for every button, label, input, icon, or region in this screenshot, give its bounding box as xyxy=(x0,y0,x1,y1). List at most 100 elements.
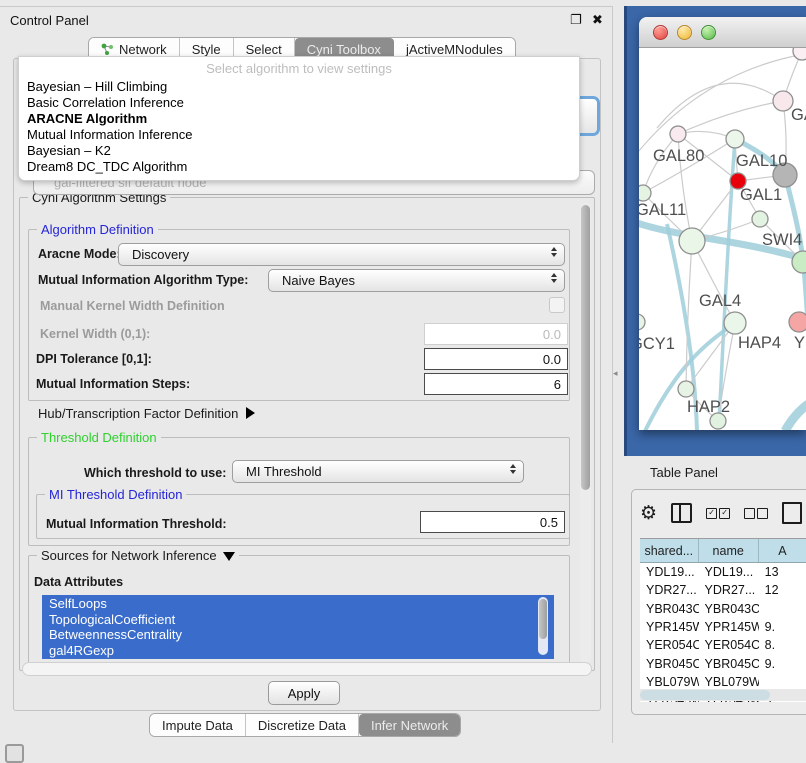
algorithm-option[interactable]: Bayesian – Hill Climbing xyxy=(19,79,579,95)
column-header-2[interactable]: name xyxy=(699,539,759,562)
close-traffic-icon[interactable] xyxy=(653,25,668,40)
deselect-all-icon[interactable] xyxy=(744,508,768,519)
close-icon[interactable]: ✖ xyxy=(592,12,603,28)
column-header-3[interactable]: A xyxy=(759,539,806,562)
table-cell: YPR145W xyxy=(640,620,699,634)
table-row[interactable]: YBR043CYBR043C xyxy=(640,600,806,618)
hub-definition-toggle[interactable]: Hub/Transcription Factor Definition xyxy=(38,406,255,421)
data-attributes-list[interactable]: SelfLoopsTopologicalCoefficientBetweenne… xyxy=(42,595,554,659)
tab-discretize-data[interactable]: Discretize Data xyxy=(246,714,359,736)
kernel-width-field[interactable]: 0.0 xyxy=(424,323,568,345)
table-row[interactable]: YPR145WYPR145W9. xyxy=(640,618,806,636)
network-node[interactable] xyxy=(789,312,806,332)
network-node[interactable] xyxy=(639,185,651,201)
stepper-arrows-icon xyxy=(551,247,557,257)
network-node[interactable] xyxy=(678,381,694,397)
algorithm-option[interactable]: Basic Correlation Inference xyxy=(19,95,579,111)
node-label: GAL4 xyxy=(699,292,741,310)
settings-hscrollbar[interactable] xyxy=(22,662,592,676)
table-cell: YDR27... xyxy=(699,583,759,597)
network-edge xyxy=(657,83,783,128)
aracne-mode-combo[interactable]: Discovery xyxy=(118,243,565,266)
network-node[interactable] xyxy=(639,314,645,330)
network-node[interactable] xyxy=(670,126,686,142)
minimize-traffic-icon[interactable] xyxy=(677,25,692,40)
mi-type-combo[interactable]: Naive Bayes xyxy=(268,269,565,292)
settings-scrollbar[interactable] xyxy=(580,203,591,663)
node-label: GAL10 xyxy=(736,152,787,170)
tab-infer-network[interactable]: Infer Network xyxy=(359,714,460,736)
network-icon xyxy=(101,43,114,56)
hub-definition-label: Hub/Transcription Factor Definition xyxy=(38,406,238,421)
table-cell: YPR145W xyxy=(699,620,759,634)
collapse-down-icon xyxy=(223,552,235,561)
which-threshold-combo[interactable]: MI Threshold xyxy=(232,460,524,483)
algorithm-definition-title: Algorithm Definition xyxy=(37,222,158,237)
network-edge xyxy=(678,101,783,134)
network-node[interactable] xyxy=(724,312,746,334)
aracne-mode-value: Discovery xyxy=(132,247,189,262)
tab-label: Select xyxy=(246,42,282,57)
attribute-item[interactable]: gal4RGexp xyxy=(43,643,553,659)
node-label: HAP2 xyxy=(687,398,730,416)
table-row[interactable]: YDL19...YDL19...13 xyxy=(640,563,806,581)
table-cell: YBR045C xyxy=(699,657,759,671)
panel-splitter-handle[interactable]: ◂ xyxy=(613,369,617,378)
gear-icon[interactable]: ⚙ xyxy=(640,504,657,523)
dpi-tolerance-label: DPI Tolerance [0,1]: xyxy=(36,352,152,366)
stepper-arrows-icon xyxy=(551,273,557,283)
attribute-item[interactable]: SelfLoops xyxy=(43,596,553,612)
table-row[interactable]: YER054CYER054C8. xyxy=(640,636,806,654)
tab-label: Impute Data xyxy=(162,718,233,733)
which-threshold-label: Which threshold to use: xyxy=(84,466,226,480)
columns-icon[interactable] xyxy=(671,503,692,523)
table-hscrollbar[interactable] xyxy=(640,689,806,701)
algorithm-option[interactable]: ARACNE Algorithm xyxy=(19,111,579,127)
network-node[interactable] xyxy=(773,91,793,111)
node-label: GCY1 xyxy=(639,335,675,353)
float-icon[interactable]: ❐ xyxy=(570,12,582,28)
dock-icon[interactable] xyxy=(5,744,24,763)
mi-threshold-label: Mutual Information Threshold: xyxy=(46,517,227,531)
network-window-titlebar[interactable] xyxy=(639,17,806,48)
table-cell: YER054C xyxy=(640,638,699,652)
table-icon[interactable] xyxy=(782,502,802,524)
attribute-item[interactable]: BetweennessCentrality xyxy=(43,627,553,643)
control-panel-window: Control Panel ❐ ✖ NetworkStyleSelectCyni… xyxy=(0,6,613,743)
algorithm-option[interactable]: Dream8 DC_TDC Algorithm xyxy=(19,159,579,175)
table-row[interactable]: YDR27...YDR27...12 xyxy=(640,581,806,599)
node-label: GAL80 xyxy=(653,147,704,165)
algorithm-option[interactable]: Mutual Information Inference xyxy=(19,127,579,143)
network-node[interactable] xyxy=(793,48,806,60)
tab-label: Infer Network xyxy=(371,718,448,733)
mi-steps-field[interactable]: 6 xyxy=(424,373,568,395)
table-cell: YBR043C xyxy=(699,602,759,616)
tab-impute-data[interactable]: Impute Data xyxy=(150,714,246,736)
node-table: shared...nameA YDL19...YDL19...13YDR27..… xyxy=(640,538,806,702)
attribute-item[interactable]: TopologicalCoefficient xyxy=(43,612,553,628)
node-label: GAL xyxy=(791,106,806,124)
apply-button[interactable]: Apply xyxy=(268,681,340,705)
table-cell: YBL079W xyxy=(699,675,759,689)
network-node[interactable] xyxy=(679,228,705,254)
dpi-tolerance-field[interactable]: 0.0 xyxy=(424,348,568,370)
manual-kernel-checkbox[interactable] xyxy=(549,297,565,313)
node-label: GAL1 xyxy=(740,186,782,204)
mi-threshold-group-title: MI Threshold Definition xyxy=(45,487,186,502)
network-canvas[interactable]: GALGAL80GAL10GAL1GAL11SWI4GAL4GCY1HAP4YH… xyxy=(639,48,806,430)
algorithm-option[interactable]: Bayesian – K2 xyxy=(19,143,579,159)
network-node[interactable] xyxy=(752,211,768,227)
tab-label: Discretize Data xyxy=(258,718,346,733)
attributes-list-scrollbar[interactable] xyxy=(538,597,548,655)
manual-kernel-label: Manual Kernel Width Definition xyxy=(40,299,225,313)
mi-type-value: Naive Bayes xyxy=(282,273,355,288)
apply-button-label: Apply xyxy=(288,686,321,701)
node-label: GAL11 xyxy=(639,201,686,219)
mi-threshold-field[interactable]: 0.5 xyxy=(420,511,565,533)
select-all-icon[interactable]: ✓✓ xyxy=(706,508,730,519)
network-node[interactable] xyxy=(726,130,744,148)
tab-label: Style xyxy=(192,42,221,57)
zoom-traffic-icon[interactable] xyxy=(701,25,716,40)
column-header-1[interactable]: shared... xyxy=(640,539,699,562)
table-row[interactable]: YBR045CYBR045C9. xyxy=(640,654,806,672)
